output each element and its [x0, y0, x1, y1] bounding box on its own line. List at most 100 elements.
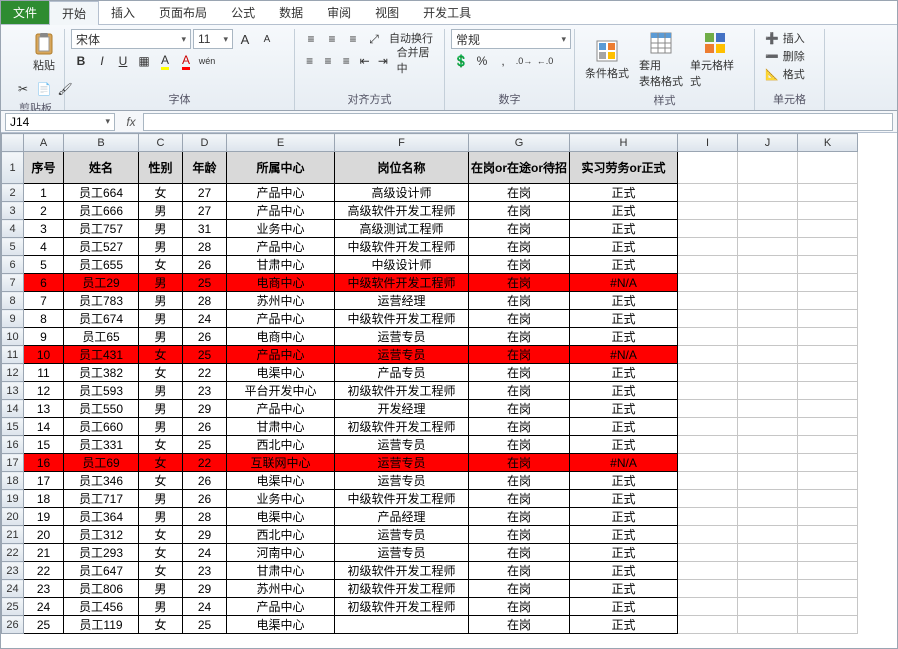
format-cells-button[interactable]: 📐格式	[761, 65, 809, 83]
empty-cell[interactable]	[678, 436, 738, 454]
data-cell[interactable]: 在岗	[469, 238, 570, 256]
empty-cell[interactable]	[798, 454, 858, 472]
data-cell[interactable]: 员工783	[64, 292, 139, 310]
row-header[interactable]: 19	[2, 490, 24, 508]
data-cell[interactable]: 员工660	[64, 418, 139, 436]
empty-cell[interactable]	[738, 508, 798, 526]
data-cell[interactable]: 男	[139, 598, 183, 616]
empty-cell[interactable]	[678, 454, 738, 472]
header-cell[interactable]: 年龄	[183, 152, 227, 184]
empty-cell[interactable]	[678, 508, 738, 526]
empty-cell[interactable]	[678, 292, 738, 310]
data-cell[interactable]: 在岗	[469, 598, 570, 616]
empty-cell[interactable]	[678, 328, 738, 346]
data-cell[interactable]: 14	[24, 418, 64, 436]
empty-cell[interactable]	[738, 328, 798, 346]
tab-数据[interactable]: 数据	[267, 1, 315, 24]
paste-button[interactable]: 粘贴	[24, 29, 64, 77]
empty-cell[interactable]	[678, 472, 738, 490]
data-cell[interactable]: 8	[24, 310, 64, 328]
conditional-format-button[interactable]: 条件格式	[581, 29, 633, 91]
data-cell[interactable]: 4	[24, 238, 64, 256]
data-cell[interactable]: 正式	[570, 292, 678, 310]
data-cell[interactable]: 西北中心	[227, 436, 335, 454]
data-cell[interactable]: 苏州中心	[227, 292, 335, 310]
empty-cell[interactable]	[678, 418, 738, 436]
data-cell[interactable]: 员工757	[64, 220, 139, 238]
data-cell[interactable]: 女	[139, 256, 183, 274]
data-cell[interactable]: 在岗	[469, 472, 570, 490]
copy-button[interactable]: 📄	[34, 79, 54, 99]
col-header-H[interactable]: H	[570, 134, 678, 152]
data-cell[interactable]: 产品中心	[227, 598, 335, 616]
border-button[interactable]: ▦	[134, 51, 154, 71]
empty-cell[interactable]	[738, 292, 798, 310]
tab-视图[interactable]: 视图	[363, 1, 411, 24]
data-cell[interactable]: 运营专员	[335, 454, 469, 472]
data-cell[interactable]: 男	[139, 238, 183, 256]
align-left-button[interactable]: ≡	[301, 51, 318, 71]
data-cell[interactable]: 26	[183, 472, 227, 490]
data-cell[interactable]: 员工69	[64, 454, 139, 472]
data-cell[interactable]: 在岗	[469, 220, 570, 238]
data-cell[interactable]: 男	[139, 490, 183, 508]
row-header[interactable]: 17	[2, 454, 24, 472]
col-header-F[interactable]: F	[335, 134, 469, 152]
data-cell[interactable]: 女	[139, 184, 183, 202]
empty-cell[interactable]	[738, 364, 798, 382]
empty-cell[interactable]	[798, 598, 858, 616]
empty-cell[interactable]	[738, 346, 798, 364]
empty-cell[interactable]	[678, 310, 738, 328]
data-cell[interactable]: 5	[24, 256, 64, 274]
data-cell[interactable]: 23	[183, 382, 227, 400]
row-header[interactable]: 16	[2, 436, 24, 454]
row-header[interactable]: 26	[2, 616, 24, 634]
empty-cell[interactable]	[738, 400, 798, 418]
formula-input[interactable]	[143, 113, 893, 131]
data-cell[interactable]: 女	[139, 544, 183, 562]
row-header[interactable]: 12	[2, 364, 24, 382]
col-header-D[interactable]: D	[183, 134, 227, 152]
data-cell[interactable]: 正式	[570, 490, 678, 508]
data-cell[interactable]: 甘肃中心	[227, 418, 335, 436]
data-cell[interactable]: 正式	[570, 436, 678, 454]
data-cell[interactable]: 男	[139, 310, 183, 328]
data-cell[interactable]: 29	[183, 580, 227, 598]
data-cell[interactable]: 员工647	[64, 562, 139, 580]
data-cell[interactable]: 初级软件开发工程师	[335, 598, 469, 616]
data-cell[interactable]: 24	[24, 598, 64, 616]
align-right-button[interactable]: ≡	[338, 51, 355, 71]
data-cell[interactable]: 16	[24, 454, 64, 472]
phonetic-button[interactable]: wén	[197, 51, 217, 71]
select-all-corner[interactable]	[2, 134, 24, 152]
empty-cell[interactable]	[678, 274, 738, 292]
data-cell[interactable]: 员工331	[64, 436, 139, 454]
col-header-J[interactable]: J	[738, 134, 798, 152]
empty-cell[interactable]	[678, 364, 738, 382]
tab-页面布局[interactable]: 页面布局	[147, 1, 219, 24]
empty-cell[interactable]	[738, 472, 798, 490]
data-cell[interactable]: 正式	[570, 184, 678, 202]
data-cell[interactable]: 7	[24, 292, 64, 310]
font-name-combo[interactable]: 宋体▾	[71, 29, 191, 49]
data-cell[interactable]: 27	[183, 202, 227, 220]
empty-cell[interactable]	[678, 580, 738, 598]
empty-cell[interactable]	[798, 274, 858, 292]
empty-cell[interactable]	[678, 526, 738, 544]
data-cell[interactable]: 员工29	[64, 274, 139, 292]
row-header[interactable]: 3	[2, 202, 24, 220]
font-color-button[interactable]: A	[176, 51, 196, 71]
tab-开始[interactable]: 开始	[49, 1, 99, 25]
empty-cell[interactable]	[798, 346, 858, 364]
data-cell[interactable]: 初级软件开发工程师	[335, 562, 469, 580]
data-cell[interactable]: 21	[24, 544, 64, 562]
data-cell[interactable]: 28	[183, 238, 227, 256]
insert-cells-button[interactable]: ➕插入	[761, 29, 809, 47]
dec-dec-button[interactable]: ←.0	[535, 51, 555, 71]
data-cell[interactable]: 女	[139, 364, 183, 382]
data-cell[interactable]: 正式	[570, 508, 678, 526]
data-cell[interactable]: 25	[183, 616, 227, 634]
empty-cell[interactable]	[678, 400, 738, 418]
data-cell[interactable]: 产品经理	[335, 508, 469, 526]
empty-cell[interactable]	[798, 382, 858, 400]
